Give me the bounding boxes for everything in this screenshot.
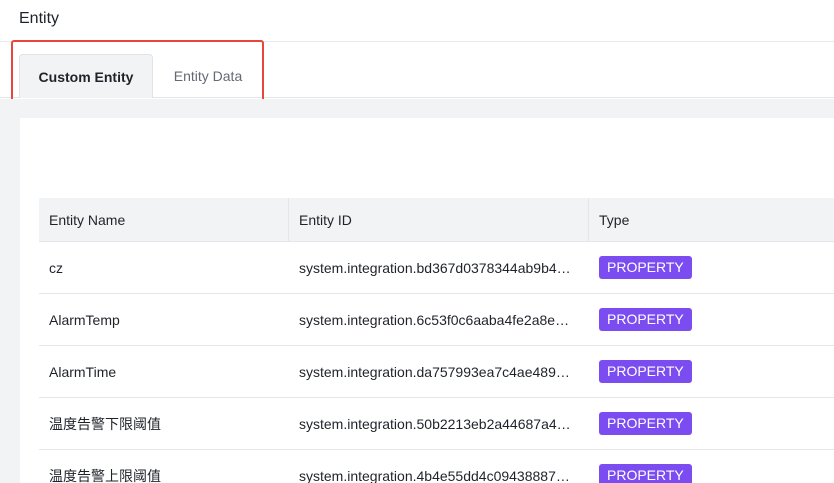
entity-id-cell: system.integration.4b4e55dd4c09438887… (299, 468, 570, 483)
type-badge: PROPERTY (599, 464, 692, 483)
tab-entity-data[interactable]: Entity Data (158, 54, 258, 98)
type-badge: PROPERTY (599, 308, 692, 332)
entity-name-cell: AlarmTemp (49, 312, 120, 328)
entity-id-cell: system.integration.da757993ea7c4ae489… (299, 364, 570, 380)
tabs-bar: Custom Entity Entity Data (0, 42, 834, 98)
table-row[interactable]: AlarmTemp system.integration.6c53f0c6aab… (39, 294, 834, 346)
type-cell: PROPERTY (589, 450, 834, 483)
column-header-entity-id: Entity ID (289, 198, 589, 242)
app-root: Entity Custom Entity Entity Data Entity … (0, 0, 834, 483)
tab-custom-entity[interactable]: Custom Entity (19, 54, 153, 98)
entity-id-cell: system.integration.6c53f0c6aaba4fe2a8e… (299, 312, 570, 328)
type-badge: PROPERTY (599, 360, 692, 384)
table-row[interactable]: 温度告警上限阈值 system.integration.4b4e55dd4c09… (39, 450, 834, 483)
type-cell: PROPERTY (589, 346, 834, 398)
entity-name-cell: 温度告警上限阈值 (49, 468, 161, 483)
entity-name-cell: cz (49, 260, 63, 276)
type-badge: PROPERTY (599, 412, 692, 436)
page-header: Entity (0, 0, 834, 42)
page-title: Entity (19, 10, 60, 27)
entity-name-cell: 温度告警下限阈值 (49, 416, 161, 432)
type-cell: PROPERTY (589, 294, 834, 346)
column-header-type: Type (599, 212, 630, 228)
entity-id-cell: system.integration.50b2213eb2a44687a4… (299, 416, 571, 432)
table-row[interactable]: cz system.integration.bd367d0378344ab9b4… (39, 242, 834, 294)
type-cell: PROPERTY (589, 242, 834, 294)
entity-table: Entity Name Entity ID Type cz system.int… (39, 198, 834, 483)
table-row[interactable]: AlarmTime system.integration.da757993ea7… (39, 346, 834, 398)
entity-name-cell: AlarmTime (49, 364, 117, 380)
table-row[interactable]: 温度告警下限阈值 system.integration.50b2213eb2a4… (39, 398, 834, 450)
type-cell: PROPERTY (589, 398, 834, 450)
entity-id-cell: system.integration.bd367d0378344ab9b4… (299, 260, 571, 276)
column-header-entity-name: Entity Name (39, 198, 289, 242)
type-badge: PROPERTY (599, 256, 692, 280)
table-header: Entity Name Entity ID Type (39, 198, 834, 242)
